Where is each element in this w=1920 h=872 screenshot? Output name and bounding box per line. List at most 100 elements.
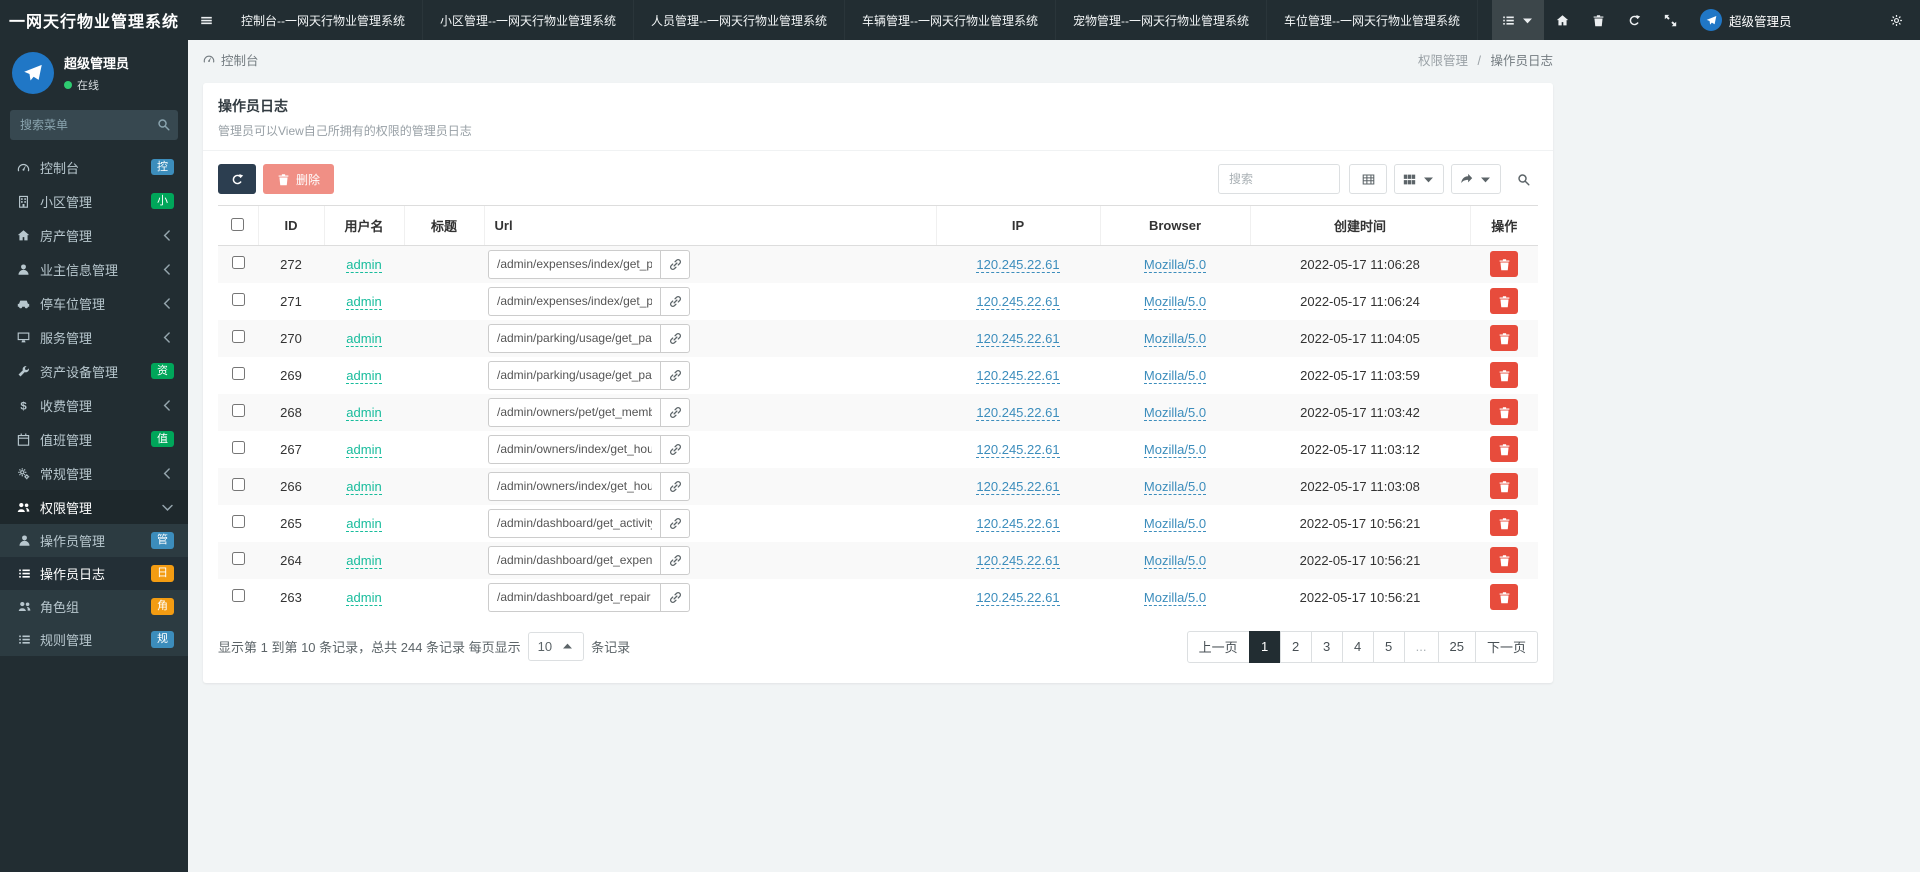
row-checkbox[interactable]: [231, 589, 245, 602]
tabs-dropdown-button[interactable]: [1492, 0, 1544, 40]
username-link[interactable]: admin: [346, 441, 382, 458]
topnav-tab[interactable]: 小区管理--一网天行物业管理系统: [423, 0, 634, 40]
row-checkbox[interactable]: [231, 256, 245, 270]
page-number-button[interactable]: 25: [1437, 630, 1476, 663]
url-input[interactable]: [488, 360, 660, 390]
sidebar-subitem[interactable]: 角色组 角: [0, 590, 188, 623]
next-page-button[interactable]: 下一页: [1474, 630, 1538, 663]
url-link-button[interactable]: [660, 582, 690, 612]
url-input[interactable]: [488, 434, 660, 464]
row-delete-button[interactable]: [1490, 510, 1518, 536]
sidebar-item[interactable]: 值班管理 值: [0, 422, 188, 456]
url-input[interactable]: [488, 249, 660, 279]
username-link[interactable]: admin: [346, 367, 382, 384]
browser-link[interactable]: Mozilla/5.0: [1143, 330, 1207, 347]
row-delete-button[interactable]: [1490, 436, 1518, 462]
topnav-tab[interactable]: 车位管理--一网天行物业管理系统: [1267, 0, 1478, 40]
sidebar-item[interactable]: 服务管理: [0, 320, 188, 354]
url-link-button[interactable]: [660, 434, 690, 464]
row-delete-button[interactable]: [1490, 399, 1518, 425]
url-link-button[interactable]: [660, 249, 690, 279]
fullscreen-button[interactable]: [1652, 0, 1688, 40]
export-button[interactable]: [1451, 164, 1501, 194]
url-link-button[interactable]: [660, 360, 690, 390]
url-link-button[interactable]: [660, 471, 690, 501]
topnav-tab[interactable]: 宠物管理--一网天行物业管理系统: [1056, 0, 1267, 40]
ip-link[interactable]: 120.245.22.61: [976, 589, 1060, 606]
ip-link[interactable]: 120.245.22.61: [976, 404, 1060, 421]
url-input[interactable]: [488, 582, 660, 612]
row-checkbox[interactable]: [231, 367, 245, 380]
ip-link[interactable]: 120.245.22.61: [976, 293, 1060, 310]
ip-link[interactable]: 120.245.22.61: [976, 256, 1060, 273]
row-checkbox[interactable]: [231, 293, 245, 306]
row-checkbox[interactable]: [231, 515, 245, 528]
browser-link[interactable]: Mozilla/5.0: [1143, 367, 1207, 384]
search-icon[interactable]: [157, 118, 170, 131]
row-delete-button[interactable]: [1490, 362, 1518, 388]
username-link[interactable]: admin: [346, 478, 382, 495]
browser-link[interactable]: Mozilla/5.0: [1143, 256, 1207, 273]
row-delete-button[interactable]: [1490, 584, 1518, 610]
columns-button[interactable]: [1394, 164, 1444, 194]
sidebar-toggle-button[interactable]: [188, 0, 224, 40]
topnav-tab[interactable]: 控制台--一网天行物业管理系统: [224, 0, 423, 40]
search-toggle-button[interactable]: [1508, 164, 1538, 194]
row-checkbox[interactable]: [231, 441, 245, 454]
url-link-button[interactable]: [660, 397, 690, 427]
sidebar-item[interactable]: 控制台 控: [0, 150, 188, 184]
url-link-button[interactable]: [660, 286, 690, 316]
user-menu[interactable]: 超级管理员: [1688, 0, 1804, 40]
ip-link[interactable]: 120.245.22.61: [976, 552, 1060, 569]
sidebar-item[interactable]: 资产设备管理 资: [0, 354, 188, 388]
page-size-select[interactable]: 10: [527, 632, 585, 661]
row-delete-button[interactable]: [1490, 473, 1518, 499]
browser-link[interactable]: Mozilla/5.0: [1143, 515, 1207, 532]
sidebar-item[interactable]: 权限管理: [0, 490, 188, 524]
browser-link[interactable]: Mozilla/5.0: [1143, 589, 1207, 606]
refresh-button[interactable]: [218, 164, 256, 194]
page-number-button[interactable]: 4: [1341, 630, 1374, 663]
refresh-cache-button[interactable]: [1616, 0, 1652, 40]
row-checkbox[interactable]: [231, 552, 245, 565]
table-search-input[interactable]: [1218, 164, 1340, 194]
select-all-checkbox[interactable]: [231, 217, 245, 231]
row-delete-button[interactable]: [1490, 251, 1518, 278]
username-link[interactable]: admin: [346, 256, 382, 273]
topnav-tab[interactable]: 车辆管理--一网天行物业管理系统: [845, 0, 1056, 40]
delete-button[interactable]: 删除: [263, 164, 335, 194]
url-input[interactable]: [488, 286, 660, 316]
browser-link[interactable]: Mozilla/5.0: [1143, 293, 1207, 310]
home-button[interactable]: [1544, 0, 1580, 40]
sidebar-item[interactable]: 房产管理: [0, 218, 188, 252]
url-input[interactable]: [488, 471, 660, 501]
sidebar-item[interactable]: $ 收费管理: [0, 388, 188, 422]
browser-link[interactable]: Mozilla/5.0: [1143, 552, 1207, 569]
username-link[interactable]: admin: [346, 515, 382, 532]
sidebar-item[interactable]: 小区管理 小: [0, 184, 188, 218]
brand-logo[interactable]: 一网天行物业管理系统: [0, 0, 188, 40]
row-delete-button[interactable]: [1490, 547, 1518, 573]
url-link-button[interactable]: [660, 545, 690, 575]
sidebar-subitem[interactable]: 规则管理 规: [0, 623, 188, 656]
url-input[interactable]: [488, 508, 660, 538]
page-number-button[interactable]: 3: [1310, 630, 1343, 663]
username-link[interactable]: admin: [346, 552, 382, 569]
breadcrumb-home[interactable]: 控制台: [203, 50, 259, 69]
settings-button[interactable]: [1878, 0, 1914, 40]
sidebar-search-input[interactable]: [10, 110, 178, 140]
url-input[interactable]: [488, 545, 660, 575]
ip-link[interactable]: 120.245.22.61: [976, 478, 1060, 495]
row-delete-button[interactable]: [1490, 288, 1518, 314]
sidebar-item[interactable]: 停车位管理: [0, 286, 188, 320]
browser-link[interactable]: Mozilla/5.0: [1143, 441, 1207, 458]
url-input[interactable]: [488, 323, 660, 353]
row-delete-button[interactable]: [1490, 325, 1518, 351]
clear-cache-button[interactable]: [1580, 0, 1616, 40]
username-link[interactable]: admin: [346, 293, 382, 310]
ip-link[interactable]: 120.245.22.61: [976, 441, 1060, 458]
url-link-button[interactable]: [660, 508, 690, 538]
browser-link[interactable]: Mozilla/5.0: [1143, 404, 1207, 421]
ip-link[interactable]: 120.245.22.61: [976, 515, 1060, 532]
toggle-view-button[interactable]: [1349, 164, 1387, 194]
